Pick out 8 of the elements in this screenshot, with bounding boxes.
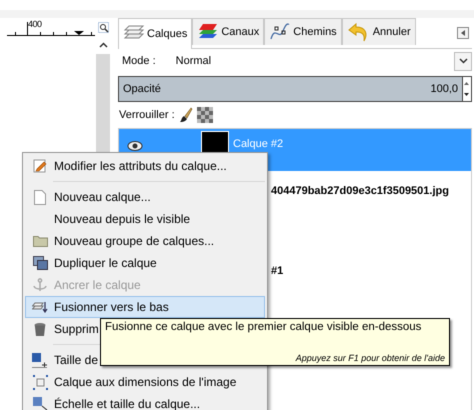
mode-label: Mode : bbox=[122, 55, 156, 67]
ruler-label: 400 bbox=[28, 19, 42, 29]
lock-label: Verrouiller : bbox=[119, 109, 175, 121]
tooltip-hint: Appuyez sur F1 pour obtenir de l'aide bbox=[296, 353, 445, 363]
opacity-value: 100,0 bbox=[430, 83, 458, 95]
tooltip-text: Fusionne ce calque avec le premier calque visible en-dessous bbox=[105, 321, 422, 333]
opacity-label: Opacité bbox=[123, 83, 161, 95]
layer-name: Calque #2 bbox=[233, 138, 284, 150]
